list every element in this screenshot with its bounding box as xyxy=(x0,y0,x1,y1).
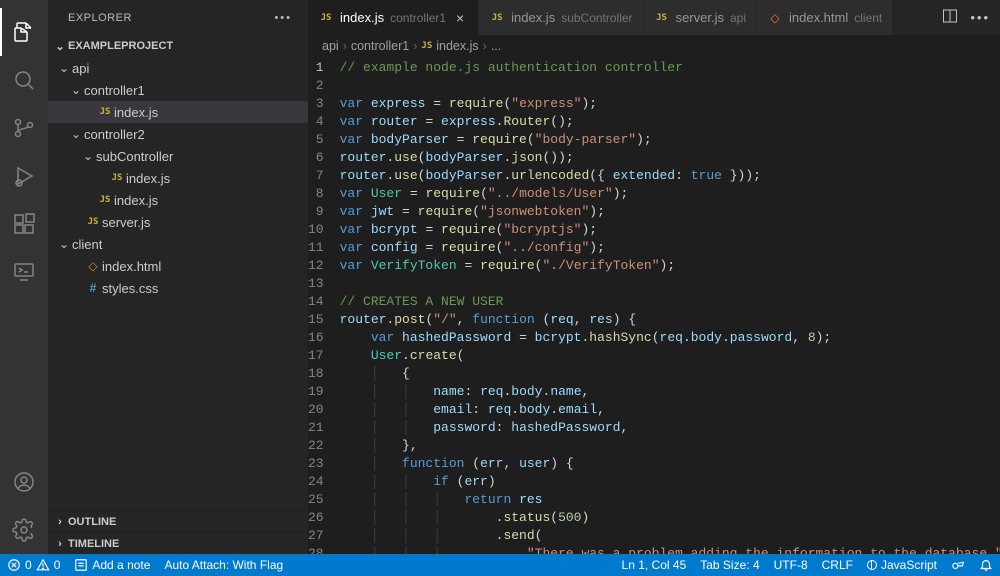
chevron-down-icon: ⌄ xyxy=(52,40,68,53)
tree-item-label: index.js xyxy=(126,171,170,186)
chevron-right-icon: › xyxy=(52,516,68,528)
js-file-icon: JS xyxy=(108,173,126,183)
js-file-icon: JS xyxy=(96,195,114,205)
editor-group: JS index.js controller1 × JS index.js subContr… xyxy=(308,0,1000,554)
sidebar-title: EXPLORER xyxy=(68,12,132,24)
breadcrumb-trail[interactable]: ... xyxy=(491,39,501,53)
split-editor-icon[interactable] xyxy=(942,8,958,27)
status-language[interactable]: JavaScript xyxy=(860,554,944,576)
breadcrumb-segment[interactable]: api xyxy=(322,39,339,53)
project-name: EXAMPLEPROJECT xyxy=(68,40,173,52)
tree-item-label: controller2 xyxy=(84,127,145,142)
editor-tab[interactable]: JS server.js api xyxy=(644,0,757,35)
timeline-section-header[interactable]: › TIMELINE xyxy=(48,532,308,554)
code-content[interactable]: // example node.js authentication contro… xyxy=(340,59,1000,554)
activity-search-icon[interactable] xyxy=(0,56,48,104)
js-file-icon: JS xyxy=(421,41,432,51)
tab-label: server.js xyxy=(676,10,724,25)
tree-item-label: server.js xyxy=(102,215,150,230)
tree-folder[interactable]: ⌄controller1 xyxy=(48,79,308,101)
chevron-right-icon: › xyxy=(52,538,68,550)
tree-item-label: client xyxy=(72,237,102,252)
html-file-icon: ◇ xyxy=(767,11,783,25)
outline-section-header[interactable]: › OUTLINE xyxy=(48,510,308,532)
editor-tab[interactable]: JS index.js controller1 × xyxy=(308,0,479,35)
tree-file[interactable]: JSindex.js xyxy=(48,167,308,189)
tree-file[interactable]: JSindex.js xyxy=(48,189,308,211)
breadcrumb-file[interactable]: index.js xyxy=(436,39,478,53)
tab-description: controller1 xyxy=(390,11,446,25)
tree-item-label: index.js xyxy=(114,193,158,208)
tree-item-label: api xyxy=(72,61,89,76)
tree-file[interactable]: #styles.css xyxy=(48,277,308,299)
chevron-down-icon: ⌄ xyxy=(68,127,84,141)
status-bar: 0 0 Add a note Auto Attach: With Flag Ln… xyxy=(0,554,1000,576)
tree-folder[interactable]: ⌄api xyxy=(48,57,308,79)
chevron-down-icon: ⌄ xyxy=(68,83,84,97)
editor-more-icon[interactable]: ••• xyxy=(970,10,990,25)
activity-explorer-icon[interactable] xyxy=(0,8,48,56)
status-bell-icon[interactable] xyxy=(972,554,1000,576)
status-tab-size[interactable]: Tab Size: 4 xyxy=(693,554,766,576)
chevron-down-icon: ⌄ xyxy=(56,237,72,251)
file-tree: ⌄api⌄controller1JSindex.js⌄controller2⌄s… xyxy=(48,57,308,510)
tree-file[interactable]: JSserver.js xyxy=(48,211,308,233)
tree-folder[interactable]: ⌄controller2 xyxy=(48,123,308,145)
html-file-icon: ◇ xyxy=(84,259,102,273)
js-file-icon: JS xyxy=(489,13,505,23)
activity-source-control-icon[interactable] xyxy=(0,104,48,152)
tree-item-label: index.js xyxy=(114,105,158,120)
activity-settings-icon[interactable] xyxy=(0,506,48,554)
editor-tab[interactable]: ◇ index.html client xyxy=(757,0,893,35)
status-eol[interactable]: CRLF xyxy=(815,554,860,576)
tree-item-label: controller1 xyxy=(84,83,145,98)
status-auto-attach[interactable]: Auto Attach: With Flag xyxy=(157,554,290,576)
tab-description: api xyxy=(730,11,746,25)
breadcrumbs[interactable]: api›controller1›JSindex.js›... xyxy=(308,35,1000,57)
css-file-icon: # xyxy=(84,281,102,295)
status-feedback-icon[interactable] xyxy=(944,554,972,576)
tree-item-label: index.html xyxy=(102,259,161,274)
tree-folder[interactable]: ⌄subController xyxy=(48,145,308,167)
activity-bar xyxy=(0,0,48,554)
close-icon[interactable]: × xyxy=(452,10,468,26)
tab-label: index.html xyxy=(789,10,848,25)
timeline-label: TIMELINE xyxy=(68,538,119,550)
status-encoding[interactable]: UTF-8 xyxy=(767,554,815,576)
chevron-down-icon: ⌄ xyxy=(80,149,96,163)
line-gutter: 1234567891011121314151617181920212223242… xyxy=(308,59,340,554)
js-file-icon: JS xyxy=(96,107,114,117)
activity-run-debug-icon[interactable] xyxy=(0,152,48,200)
editor-tab[interactable]: JS index.js subController xyxy=(479,0,643,35)
tree-item-label: styles.css xyxy=(102,281,158,296)
tree-folder[interactable]: ⌄client xyxy=(48,233,308,255)
tree-file[interactable]: JSindex.js xyxy=(48,101,308,123)
tab-description: subController xyxy=(561,11,632,25)
tab-label: index.js xyxy=(340,10,384,25)
activity-remote-icon[interactable] xyxy=(0,248,48,296)
tab-description: client xyxy=(854,11,882,25)
js-file-icon: JS xyxy=(654,13,670,23)
chevron-down-icon: ⌄ xyxy=(56,61,72,75)
tree-item-label: subController xyxy=(96,149,173,164)
status-cursor-position[interactable]: Ln 1, Col 45 xyxy=(615,554,694,576)
status-problems[interactable]: 0 0 xyxy=(0,554,67,576)
activity-account-icon[interactable] xyxy=(0,458,48,506)
outline-label: OUTLINE xyxy=(68,516,116,528)
tab-label: index.js xyxy=(511,10,555,25)
editor-tabs: JS index.js controller1 × JS index.js subContr… xyxy=(308,0,1000,35)
explorer-sidebar: EXPLORER ••• ⌄ EXAMPLEPROJECT ⌄api⌄contr… xyxy=(48,0,308,554)
breadcrumb-segment[interactable]: controller1 xyxy=(351,39,409,53)
status-add-note[interactable]: Add a note xyxy=(67,554,157,576)
sidebar-more-icon[interactable]: ••• xyxy=(274,12,292,24)
project-section-header[interactable]: ⌄ EXAMPLEPROJECT xyxy=(48,35,308,57)
js-file-icon: JS xyxy=(84,217,102,227)
tree-file[interactable]: ◇index.html xyxy=(48,255,308,277)
activity-extensions-icon[interactable] xyxy=(0,200,48,248)
js-file-icon: JS xyxy=(318,13,334,23)
code-editor[interactable]: 1234567891011121314151617181920212223242… xyxy=(308,57,1000,554)
